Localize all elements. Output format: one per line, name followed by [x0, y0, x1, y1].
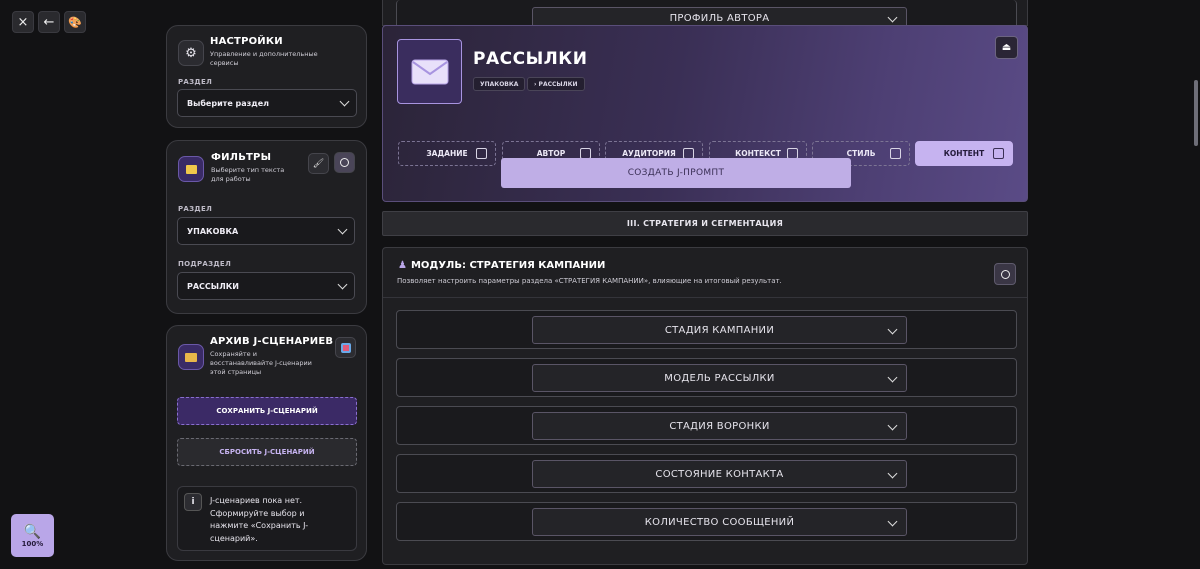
hero-card: РАССЫЛКИ УПАКОВКА › РАССЫЛКИ ⏏ ЗАДАНИЕ А…	[382, 25, 1028, 202]
back-button[interactable]: ←	[38, 11, 60, 33]
collapse-icon[interactable]: ⏏	[995, 36, 1018, 59]
chevron-down-icon	[887, 468, 898, 479]
module-toggle-button[interactable]	[994, 263, 1016, 285]
breadcrumb-subsection[interactable]: › РАССЫЛКИ	[527, 77, 585, 91]
author-profile-card: ПРОФИЛЬ АВТОРА	[382, 0, 1028, 30]
info-icon: i	[184, 493, 202, 511]
dropdown-label: МОДЕЛЬ РАССЫЛКИ	[664, 372, 775, 384]
create-prompt-button[interactable]: СОЗДАТЬ J-ПРОМПТ	[501, 158, 851, 188]
tab-content[interactable]: КОНТЕНТ	[915, 141, 1013, 166]
chevron-down-icon	[887, 12, 898, 23]
chevron-down-icon	[339, 96, 350, 107]
close-button[interactable]: ×	[12, 11, 34, 33]
brush-icon: 🖌	[312, 158, 325, 169]
author-profile-label: ПРОФИЛЬ АВТОРА	[669, 12, 770, 24]
message-count-dropdown[interactable]: КОЛИЧЕСТВО СООБЩЕНИЙ	[532, 508, 907, 536]
brush-button[interactable]: 🖌	[308, 153, 329, 174]
funnel-stage-row: СТАДИЯ ВОРОНКИ	[396, 406, 1017, 445]
settings-section-select[interactable]: Выберите раздел	[177, 89, 357, 117]
archive-desc: Сохраняйте и восстанавливайте J-сценарии э…	[210, 350, 312, 376]
archive-empty-state: i J-сценариев пока нет. Сформируйте выбор…	[177, 486, 357, 551]
palette-icon: 🎨	[68, 15, 82, 29]
settings-panel: ⚙ НАСТРОЙКИ Управление и дополнительные с…	[166, 25, 367, 128]
dropdown-label: СТАДИЯ ВОРОНКИ	[669, 420, 770, 432]
dropdown-label: КОЛИЧЕСТВО СООБЩЕНИЙ	[644, 516, 795, 528]
filters-section-value: УПАКОВКА	[187, 226, 239, 236]
module-desc: Позволяет настроить параметры раздела «С…	[397, 277, 782, 285]
section-header-label: III. СТРАТЕГИЯ И СЕГМЕНТАЦИЯ	[626, 219, 784, 228]
archive-box-icon	[178, 344, 204, 370]
tab-label: СТИЛЬ	[846, 149, 876, 158]
chevron-down-icon	[337, 224, 348, 235]
save-scenario-button[interactable]: СОХРАНИТЬ J-СЦЕНАРИЙ	[177, 397, 357, 425]
page-scrollbar[interactable]	[1194, 80, 1198, 146]
filters-subsection-label: ПОДРАЗДЕЛ	[178, 260, 232, 268]
theme-button[interactable]: 🎨	[64, 11, 86, 33]
hero-title: РАССЫЛКИ	[473, 49, 588, 69]
toggle-button[interactable]	[334, 152, 355, 173]
message-count-row: КОЛИЧЕСТВО СООБЩЕНИЙ	[396, 502, 1017, 541]
close-icon: ×	[17, 14, 29, 30]
circle-icon	[1000, 269, 1010, 279]
circle-icon	[340, 158, 349, 167]
module-title-text: МОДУЛЬ: СТРАТЕГИЯ КАМПАНИИ	[410, 260, 606, 271]
checkbox-icon[interactable]	[476, 148, 487, 159]
mailing-model-dropdown[interactable]: МОДЕЛЬ РАССЫЛКИ	[532, 364, 907, 392]
filters-subsection-select[interactable]: РАССЫЛКИ	[177, 272, 355, 300]
save-scenario-label: СОХРАНИТЬ J-СЦЕНАРИЙ	[216, 407, 318, 415]
filters-title: ФИЛЬТРЫ	[211, 152, 272, 163]
filters-section-label: РАЗДЕЛ	[178, 205, 213, 213]
pawn-icon: ♟	[398, 260, 407, 271]
module-card: ♟ МОДУЛЬ: СТРАТЕГИЯ КАМПАНИИ Позволяет н…	[382, 247, 1028, 565]
section-header: III. СТРАТЕГИЯ И СЕГМЕНТАЦИЯ	[382, 211, 1028, 236]
chevron-down-icon	[887, 516, 898, 527]
settings-title: НАСТРОЙКИ	[210, 36, 283, 47]
create-prompt-label: СОЗДАТЬ J-ПРОМПТ	[627, 168, 725, 178]
contact-state-row: СОСТОЯНИЕ КОНТАКТА	[396, 454, 1017, 493]
envelope-icon	[397, 39, 462, 104]
checkbox-icon[interactable]	[993, 148, 1004, 159]
dropdown-label: СОСТОЯНИЕ КОНТАКТА	[655, 468, 784, 480]
archive-empty-text: J-сценариев пока нет. Сформируйте выбор и…	[210, 496, 309, 543]
zoom-button[interactable]: 🔍 100%	[11, 514, 54, 557]
chevron-down-icon	[887, 372, 898, 383]
settings-section-label: РАЗДЕЛ	[178, 78, 213, 86]
contact-state-dropdown[interactable]: СОСТОЯНИЕ КОНТАКТА	[532, 460, 907, 488]
folder-icon	[178, 156, 204, 182]
breadcrumb-section[interactable]: УПАКОВКА	[473, 77, 526, 91]
campaign-stage-dropdown[interactable]: СТАДИЯ КАМПАНИИ	[532, 316, 907, 344]
settings-desc: Управление и дополнительные сервисы	[210, 50, 318, 67]
tab-label: КОНТЕНТ	[943, 149, 985, 158]
export-button[interactable]	[335, 337, 356, 358]
reset-scenario-label: СБРОСИТЬ J-СЦЕНАРИЙ	[219, 448, 315, 456]
magnifier-icon: 🔍	[23, 523, 42, 540]
settings-section-value: Выберите раздел	[187, 98, 270, 108]
tab-label: АВТОР	[536, 149, 566, 158]
filters-panel: ФИЛЬТРЫ Выберите тип текста для работы 🖌 …	[166, 140, 367, 314]
tab-label: КОНТЕКСТ	[735, 149, 781, 158]
funnel-stage-dropdown[interactable]: СТАДИЯ ВОРОНКИ	[532, 412, 907, 440]
tab-label: АУДИТОРИЯ	[622, 149, 676, 158]
zoom-level: 100%	[21, 539, 44, 548]
filters-desc: Выберите тип текста для работы	[211, 166, 285, 183]
chevron-down-icon	[337, 279, 348, 290]
back-arrow-icon: ←	[43, 14, 55, 30]
checkbox-icon[interactable]	[890, 148, 901, 159]
dropdown-label: СТАДИЯ КАМПАНИИ	[664, 324, 775, 336]
archive-panel: АРХИВ J-СЦЕНАРИЕВ Сохраняйте и восстанавл…	[166, 325, 367, 561]
chevron-down-icon	[887, 324, 898, 335]
module-title: ♟ МОДУЛЬ: СТРАТЕГИЯ КАМПАНИИ	[398, 260, 605, 271]
filters-section-select[interactable]: УПАКОВКА	[177, 217, 355, 245]
tab-label: ЗАДАНИЕ	[426, 149, 468, 158]
chevron-down-icon	[887, 420, 898, 431]
filters-subsection-value: РАССЫЛКИ	[187, 281, 239, 291]
archive-title: АРХИВ J-СЦЕНАРИЕВ	[210, 336, 334, 347]
tab-task[interactable]: ЗАДАНИЕ	[398, 141, 496, 166]
gear-icon: ⚙	[178, 40, 204, 66]
export-icon	[340, 342, 351, 353]
mailing-model-row: МОДЕЛЬ РАССЫЛКИ	[396, 358, 1017, 397]
campaign-stage-row: СТАДИЯ КАМПАНИИ	[396, 310, 1017, 349]
divider	[383, 297, 1027, 298]
reset-scenario-button[interactable]: СБРОСИТЬ J-СЦЕНАРИЙ	[177, 438, 357, 466]
